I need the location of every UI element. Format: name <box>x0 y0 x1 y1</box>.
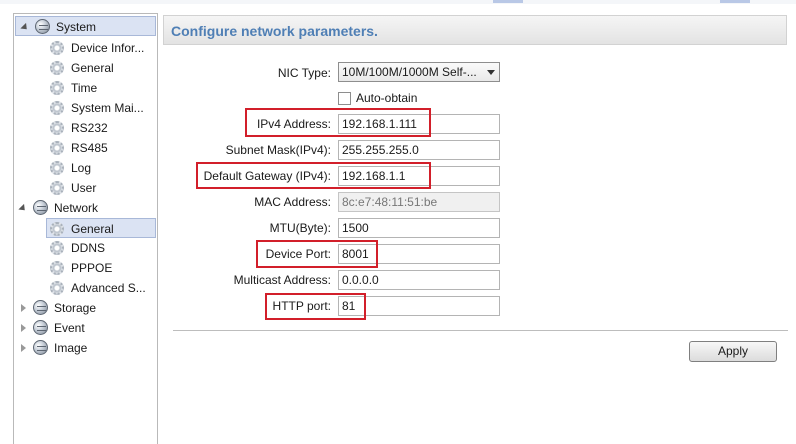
tree-item-network-general[interactable]: General <box>46 218 156 238</box>
tree-item-rs485[interactable]: RS485 <box>14 138 157 158</box>
multicast-address-input[interactable] <box>338 270 500 290</box>
highlight-box-http-port <box>265 293 366 320</box>
tree-item-rs232[interactable]: RS232 <box>14 118 157 138</box>
auto-obtain-label: Auto-obtain <box>356 91 418 105</box>
dropdown-arrow-icon <box>487 70 495 75</box>
tree-item-time[interactable]: Time <box>14 78 157 98</box>
globe-icon <box>33 300 48 315</box>
expand-arrow-icon[interactable] <box>21 344 26 352</box>
tree-item-system[interactable]: System <box>15 16 156 36</box>
tree-item-label: System <box>56 20 97 34</box>
section-divider <box>173 330 788 331</box>
gear-icon <box>50 101 64 115</box>
top-edge-mark <box>720 0 750 3</box>
globe-icon <box>33 320 48 335</box>
nic-type-value: 10M/100M/1000M Self-... <box>342 65 477 79</box>
tree-item-general[interactable]: General <box>14 58 157 78</box>
tree-item-network[interactable]: Network <box>14 198 157 218</box>
tree-item-device-info[interactable]: Device Infor... <box>14 38 157 58</box>
tree-item-image[interactable]: Image <box>14 338 157 358</box>
multicast-address-label: Multicast Address: <box>233 273 331 287</box>
apply-button[interactable]: Apply <box>689 341 777 362</box>
nic-type-label: NIC Type: <box>277 66 331 80</box>
tree-item-label: Advanced S... <box>71 281 146 295</box>
tree-item-pppoe[interactable]: PPPOE <box>14 258 157 278</box>
gear-icon <box>50 81 64 95</box>
mac-address-field <box>338 192 500 212</box>
tree-item-label: RS485 <box>71 141 108 155</box>
gear-icon <box>50 41 64 55</box>
tree-item-event[interactable]: Event <box>14 318 157 338</box>
gear-icon <box>50 141 64 155</box>
gear-icon <box>50 261 64 275</box>
tree-item-label: RS232 <box>71 121 108 135</box>
subnet-mask-input[interactable] <box>338 140 500 160</box>
tree-item-label: Device Infor... <box>71 41 145 55</box>
window-top-edge <box>0 0 796 4</box>
config-tree: System Device Infor... General Time Syst… <box>13 13 158 444</box>
gear-icon <box>50 181 64 195</box>
gear-icon <box>50 161 64 175</box>
tree-item-label: General <box>71 61 114 75</box>
gear-icon <box>50 281 64 295</box>
globe-icon <box>33 200 48 215</box>
expand-arrow-icon[interactable] <box>21 304 26 312</box>
panel-header: Configure network parameters. <box>163 15 787 45</box>
tree-item-label: Log <box>71 161 92 175</box>
gear-icon <box>50 222 64 236</box>
mtu-input[interactable] <box>338 218 500 238</box>
tree-item-advanced-settings[interactable]: Advanced S... <box>14 278 157 298</box>
collapse-arrow-icon[interactable] <box>20 22 30 33</box>
collapse-arrow-icon[interactable] <box>18 203 28 214</box>
tree-item-label: Storage <box>54 301 97 315</box>
mac-address-label: MAC Address: <box>254 195 331 209</box>
tree-item-storage[interactable]: Storage <box>14 298 157 318</box>
mtu-label: MTU(Byte): <box>269 221 331 235</box>
tree-item-label: General <box>71 222 114 236</box>
tree-item-log[interactable]: Log <box>14 158 157 178</box>
tree-item-label: PPPOE <box>71 261 113 275</box>
tree-item-label: Image <box>54 341 88 355</box>
globe-icon <box>35 19 50 34</box>
tree-item-label: User <box>71 181 97 195</box>
gear-icon <box>50 121 64 135</box>
highlight-box-ipv4 <box>245 108 431 137</box>
network-config-panel: Configure network parameters. NIC Type: … <box>163 13 796 443</box>
top-edge-mark <box>493 0 523 3</box>
tree-item-system-maintenance[interactable]: System Mai... <box>14 98 157 118</box>
tree-item-label: Time <box>71 81 98 95</box>
nic-type-select[interactable]: 10M/100M/1000M Self-... <box>338 62 500 82</box>
tree-item-user[interactable]: User <box>14 178 157 198</box>
highlight-box-gateway <box>196 162 431 189</box>
tree-item-ddns[interactable]: DDNS <box>14 238 157 258</box>
subnet-mask-label: Subnet Mask(IPv4): <box>225 143 331 157</box>
tree-item-label: System Mai... <box>71 101 144 115</box>
page-title: Configure network parameters. <box>171 23 378 39</box>
gear-icon <box>50 241 64 255</box>
gear-icon <box>50 61 64 75</box>
tree-item-label: Network <box>54 201 99 215</box>
tree-item-label: Event <box>54 321 85 335</box>
globe-icon <box>33 340 48 355</box>
auto-obtain-checkbox[interactable] <box>338 92 351 105</box>
tree-item-label: DDNS <box>71 241 106 255</box>
expand-arrow-icon[interactable] <box>21 324 26 332</box>
highlight-box-device-port <box>256 240 378 268</box>
